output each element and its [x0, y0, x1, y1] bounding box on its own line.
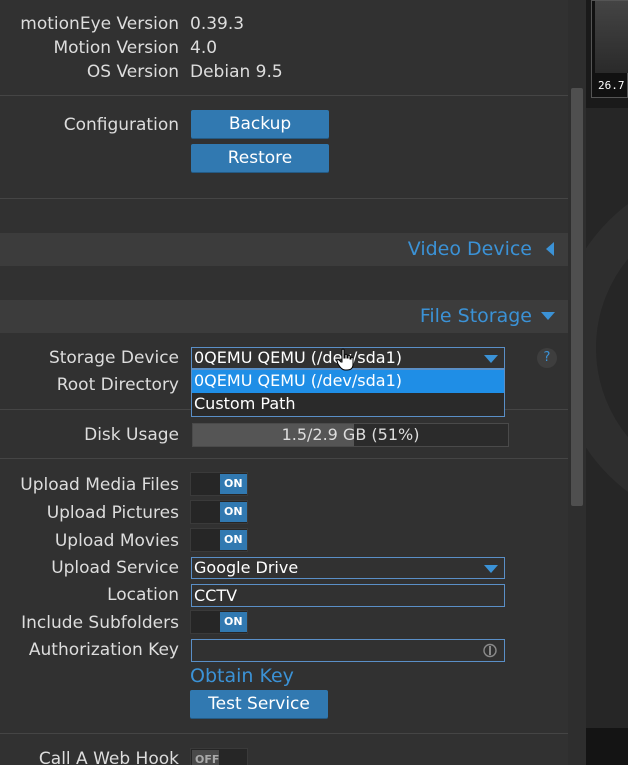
os-version-value: Debian 9.5 [190, 62, 283, 82]
motion-version-label: Motion Version [53, 38, 179, 58]
disk-usage-bar: 1.5/2.9 GB (51%) [192, 423, 509, 447]
obtain-key-link[interactable]: Obtain Key [190, 665, 294, 687]
caret-down-icon[interactable] [540, 310, 556, 322]
separator [0, 733, 568, 734]
video-device-section-header[interactable]: Video Device [0, 233, 568, 266]
option-qemu-device[interactable]: 0QEMU QEMU (/dev/sda1) [192, 370, 504, 393]
camera-image [595, 1, 628, 73]
upload-service-label: Upload Service [51, 558, 179, 578]
test-service-button[interactable]: Test Service [190, 690, 328, 719]
chevron-down-icon [484, 355, 498, 363]
restore-button[interactable]: Restore [191, 144, 329, 173]
settings-panel: motionEye Version 0.39.3 Motion Version … [0, 0, 568, 765]
file-storage-title[interactable]: File Storage [420, 305, 532, 327]
camera-overlay-text: 26.7 [598, 79, 625, 92]
key-icon[interactable] [483, 642, 497, 659]
separator [0, 198, 568, 199]
upload-service-select[interactable]: Google Drive [191, 557, 505, 579]
configuration-label: Configuration [63, 115, 179, 135]
caret-left-icon[interactable] [544, 241, 556, 257]
camera-frame-background [586, 108, 628, 728]
toggle-off-text: OFF [195, 753, 220, 765]
upload-movies-label: Upload Movies [54, 531, 179, 551]
option-custom-path[interactable]: Custom Path [192, 393, 504, 416]
authorization-key-label: Authorization Key [28, 640, 179, 660]
upload-media-files-label: Upload Media Files [20, 475, 179, 495]
upload-pictures-toggle[interactable]: ON [190, 500, 248, 524]
separator [0, 458, 568, 459]
backup-button[interactable]: Backup [191, 110, 329, 139]
call-web-hook-label: Call A Web Hook [38, 749, 179, 765]
storage-device-value: 0QEMU QEMU (/dev/sda1) [194, 348, 402, 367]
toggle-on-text: ON [224, 505, 243, 518]
camera-thumbnail[interactable]: 26.7 [591, 0, 628, 98]
motioneye-version-value: 0.39.3 [190, 14, 245, 34]
upload-pictures-label: Upload Pictures [46, 503, 179, 523]
location-label: Location [107, 585, 179, 605]
separator [0, 95, 568, 96]
motion-version-value: 4.0 [190, 38, 218, 58]
toggle-on-text: ON [224, 477, 243, 490]
disk-usage-text: 1.5/2.9 GB (51%) [281, 425, 420, 444]
hand-cursor-icon [336, 348, 354, 371]
include-subfolders-label: Include Subfolders [21, 613, 179, 633]
motioneye-version-label: motionEye Version [20, 14, 179, 34]
storage-device-options: 0QEMU QEMU (/dev/sda1) Custom Path [191, 369, 505, 417]
camera-footer [586, 728, 628, 765]
call-web-hook-toggle[interactable]: OFF [190, 748, 248, 765]
motioneye-logo-icon [586, 204, 628, 492]
scrollbar-thumb[interactable] [571, 88, 583, 506]
camera-area: 26.7 [586, 0, 628, 765]
toggle-on-text: ON [224, 533, 243, 546]
video-device-title[interactable]: Video Device [408, 238, 532, 260]
help-icon[interactable]: ? [537, 348, 557, 368]
root-directory-label: Root Directory [56, 375, 179, 395]
upload-media-files-toggle[interactable]: ON [190, 472, 248, 496]
os-version-label: OS Version [86, 62, 179, 82]
upload-movies-toggle[interactable]: ON [190, 528, 248, 552]
storage-device-label: Storage Device [48, 348, 179, 368]
location-input[interactable]: CCTV [191, 584, 505, 607]
settings-scrollbar[interactable] [568, 0, 586, 765]
chevron-down-icon [484, 565, 498, 573]
toggle-on-text: ON [224, 615, 243, 628]
upload-service-value: Google Drive [194, 558, 299, 577]
authorization-key-input[interactable] [191, 639, 505, 662]
disk-usage-label: Disk Usage [84, 425, 179, 445]
include-subfolders-toggle[interactable]: ON [190, 610, 248, 634]
file-storage-section-header[interactable]: File Storage [0, 300, 568, 333]
